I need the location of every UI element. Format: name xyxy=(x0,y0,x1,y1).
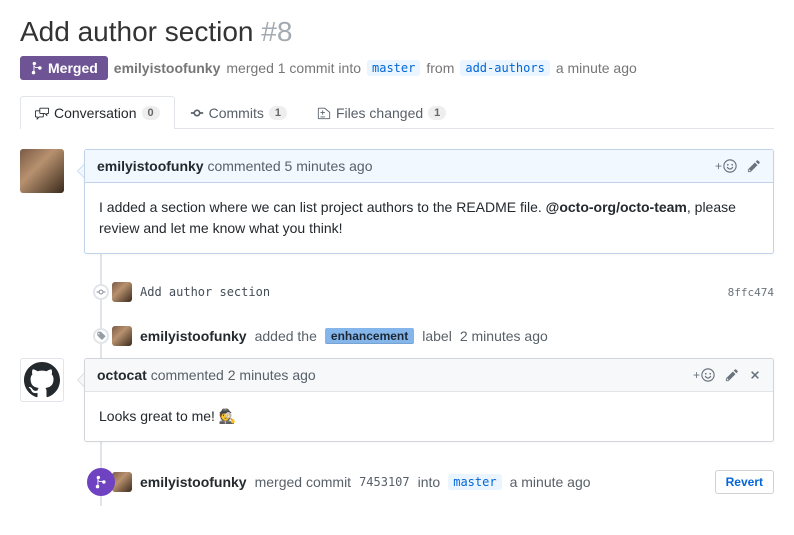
comment-header-text: emilyistoofunky commented 5 minutes ago xyxy=(97,158,372,174)
pr-number: #8 xyxy=(261,16,292,47)
caret-icon xyxy=(77,373,84,387)
tab-files[interactable]: Files changed 1 xyxy=(302,96,461,129)
meta-from-word: from xyxy=(426,60,454,76)
pr-title: Add author section #8 xyxy=(20,16,774,48)
smiley-icon xyxy=(701,368,715,382)
state-label: Merged xyxy=(48,60,98,76)
comment-block: octocat commented 2 minutes ago + Looks … xyxy=(84,358,774,442)
timeline-merged-event: emilyistoofunky merged commit 7453107 in… xyxy=(84,458,774,506)
base-branch[interactable]: master xyxy=(367,60,420,76)
tab-conversation-label: Conversation xyxy=(54,105,137,121)
commit-badge xyxy=(93,284,109,300)
avatar-small[interactable] xyxy=(112,472,132,492)
merged-badge xyxy=(87,468,115,496)
avatar-small[interactable] xyxy=(112,282,132,302)
merged-target-branch[interactable]: master xyxy=(448,474,501,490)
tabnav: Conversation 0 Commits 1 Files changed 1 xyxy=(20,96,774,129)
label-event-post: label xyxy=(422,328,452,344)
pr-meta-row: Merged emilyistoofunky merged 1 commit i… xyxy=(20,56,774,80)
pr-title-text: Add author section xyxy=(20,16,254,47)
comment-emoji: 🕵️ xyxy=(219,408,236,424)
mention[interactable]: @octo-org/octo-team xyxy=(546,199,687,215)
tab-conversation[interactable]: Conversation 0 xyxy=(20,96,175,129)
comment-body: I added a section where we can list proj… xyxy=(85,183,773,253)
timeline-label-event: emilyistoofunky added the enhancement la… xyxy=(84,314,774,358)
tab-files-count: 1 xyxy=(428,106,446,120)
meta-timestamp: a minute ago xyxy=(556,60,637,76)
merged-sha[interactable]: 7453107 xyxy=(359,475,410,489)
edit-button[interactable] xyxy=(725,368,739,382)
meta-actor[interactable]: emilyistoofunky xyxy=(114,60,221,76)
comment-body-pre: I added a section where we can list proj… xyxy=(99,199,546,215)
comment-verb: commented xyxy=(207,158,280,174)
tab-files-label: Files changed xyxy=(336,105,423,121)
comment-block: emilyistoofunky commented 5 minutes ago … xyxy=(84,149,774,254)
label-event-timestamp[interactable]: 2 minutes ago xyxy=(460,328,548,344)
state-badge-merged: Merged xyxy=(20,56,108,80)
merge-icon xyxy=(30,61,44,75)
comment-box: emilyistoofunky commented 5 minutes ago … xyxy=(84,149,774,254)
merged-into-word: into xyxy=(418,474,441,490)
tag-icon xyxy=(96,331,106,341)
comment-body: Looks great to me! 🕵️ xyxy=(85,392,773,441)
add-reaction-button[interactable]: + xyxy=(715,159,737,173)
comment-box: octocat commented 2 minutes ago + Looks … xyxy=(84,358,774,442)
label-event-actor[interactable]: emilyistoofunky xyxy=(140,328,247,344)
add-reaction-button[interactable]: + xyxy=(693,368,715,382)
delete-button[interactable] xyxy=(749,369,761,381)
comment-author[interactable]: octocat xyxy=(97,367,147,383)
comment-actions: + xyxy=(715,159,761,173)
avatar[interactable] xyxy=(20,358,64,402)
comment-header: emilyistoofunky commented 5 minutes ago … xyxy=(85,150,773,183)
tag-badge xyxy=(93,328,109,344)
comment-timestamp[interactable]: 5 minutes ago xyxy=(285,158,373,174)
edit-button[interactable] xyxy=(747,159,761,173)
git-merge-icon xyxy=(94,475,108,489)
revert-button[interactable]: Revert xyxy=(715,470,774,494)
caret-icon xyxy=(77,164,84,178)
pencil-icon xyxy=(725,368,739,382)
timeline: emilyistoofunky commented 5 minutes ago … xyxy=(20,149,774,506)
merged-timestamp[interactable]: a minute ago xyxy=(510,474,591,490)
head-branch[interactable]: add-authors xyxy=(460,60,549,76)
label-enhancement[interactable]: enhancement xyxy=(325,328,414,344)
comment-author[interactable]: emilyistoofunky xyxy=(97,158,204,174)
octocat-icon xyxy=(24,362,60,398)
git-commit-icon xyxy=(96,287,106,297)
file-diff-icon xyxy=(317,106,331,120)
smiley-icon xyxy=(723,159,737,173)
commit-sha[interactable]: 8ffc474 xyxy=(728,286,774,299)
pencil-icon xyxy=(747,159,761,173)
timeline-commit-event: Add author section 8ffc474 xyxy=(84,270,774,314)
pr-title-row: Add author section #8 xyxy=(20,16,774,48)
comment-timestamp[interactable]: 2 minutes ago xyxy=(228,367,316,383)
comment-body-text: Looks great to me! xyxy=(99,408,219,424)
comment-verb: commented xyxy=(151,367,224,383)
merged-actor[interactable]: emilyistoofunky xyxy=(140,474,247,490)
comment-header: octocat commented 2 minutes ago + xyxy=(85,359,773,392)
x-icon xyxy=(749,369,761,381)
comment-discussion-icon xyxy=(35,106,49,120)
merged-action-pre: merged commit xyxy=(255,474,351,490)
avatar-small[interactable] xyxy=(112,326,132,346)
commit-message[interactable]: Add author section xyxy=(140,285,270,299)
comment-actions: + xyxy=(693,368,761,382)
label-event-pre: added the xyxy=(255,328,317,344)
avatar[interactable] xyxy=(20,149,64,193)
comment-header-text: octocat commented 2 minutes ago xyxy=(97,367,316,383)
tab-commits-count: 1 xyxy=(269,106,287,120)
meta-action-text: merged 1 commit into xyxy=(226,60,361,76)
tab-commits-label: Commits xyxy=(209,105,264,121)
git-commit-icon xyxy=(190,106,204,120)
tab-commits[interactable]: Commits 1 xyxy=(175,96,302,129)
tab-conversation-count: 0 xyxy=(142,106,160,120)
